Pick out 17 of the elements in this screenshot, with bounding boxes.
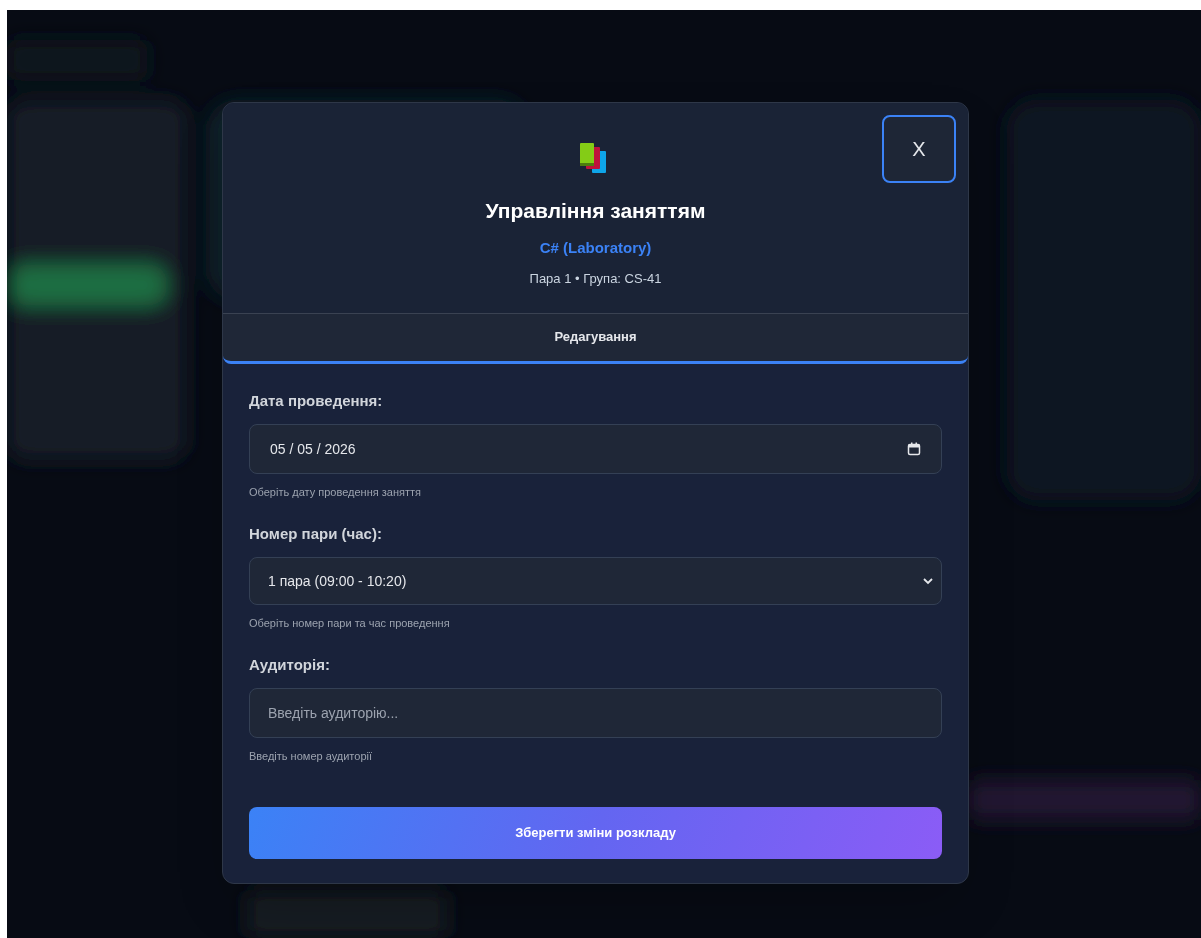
calendar-icon bbox=[907, 442, 921, 456]
tab[interactable]: Редагування bbox=[223, 313, 968, 364]
dialog-title: Управління заняттям bbox=[485, 198, 706, 224]
text-field[interactable]: Введіть аудиторію... bbox=[249, 688, 942, 738]
field-hint: Оберіть дату проведення заняття bbox=[249, 485, 422, 500]
lesson-meta: Пара 1 • Група: CS-41 bbox=[529, 270, 662, 288]
field-label: Дата проведення: bbox=[249, 390, 384, 411]
chevron-down-icon bbox=[923, 577, 933, 585]
field-hint: Оберіть номер пари та час проведення bbox=[249, 616, 451, 631]
field-label: Аудиторія: bbox=[249, 654, 331, 675]
close-button[interactable]: X bbox=[882, 115, 956, 183]
date-field[interactable]: 05 / 05 / 2026 bbox=[249, 424, 942, 474]
save-button[interactable]: Зберегти зміни розкладу bbox=[249, 806, 942, 859]
field-hint: Введіть номер аудиторії bbox=[249, 749, 373, 764]
field-label: Номер пари (час): bbox=[249, 523, 383, 544]
select-field[interactable]: 1 пара (09:00 - 10:20) bbox=[249, 557, 942, 605]
subject-label: C# (Laboratory) bbox=[539, 237, 652, 258]
